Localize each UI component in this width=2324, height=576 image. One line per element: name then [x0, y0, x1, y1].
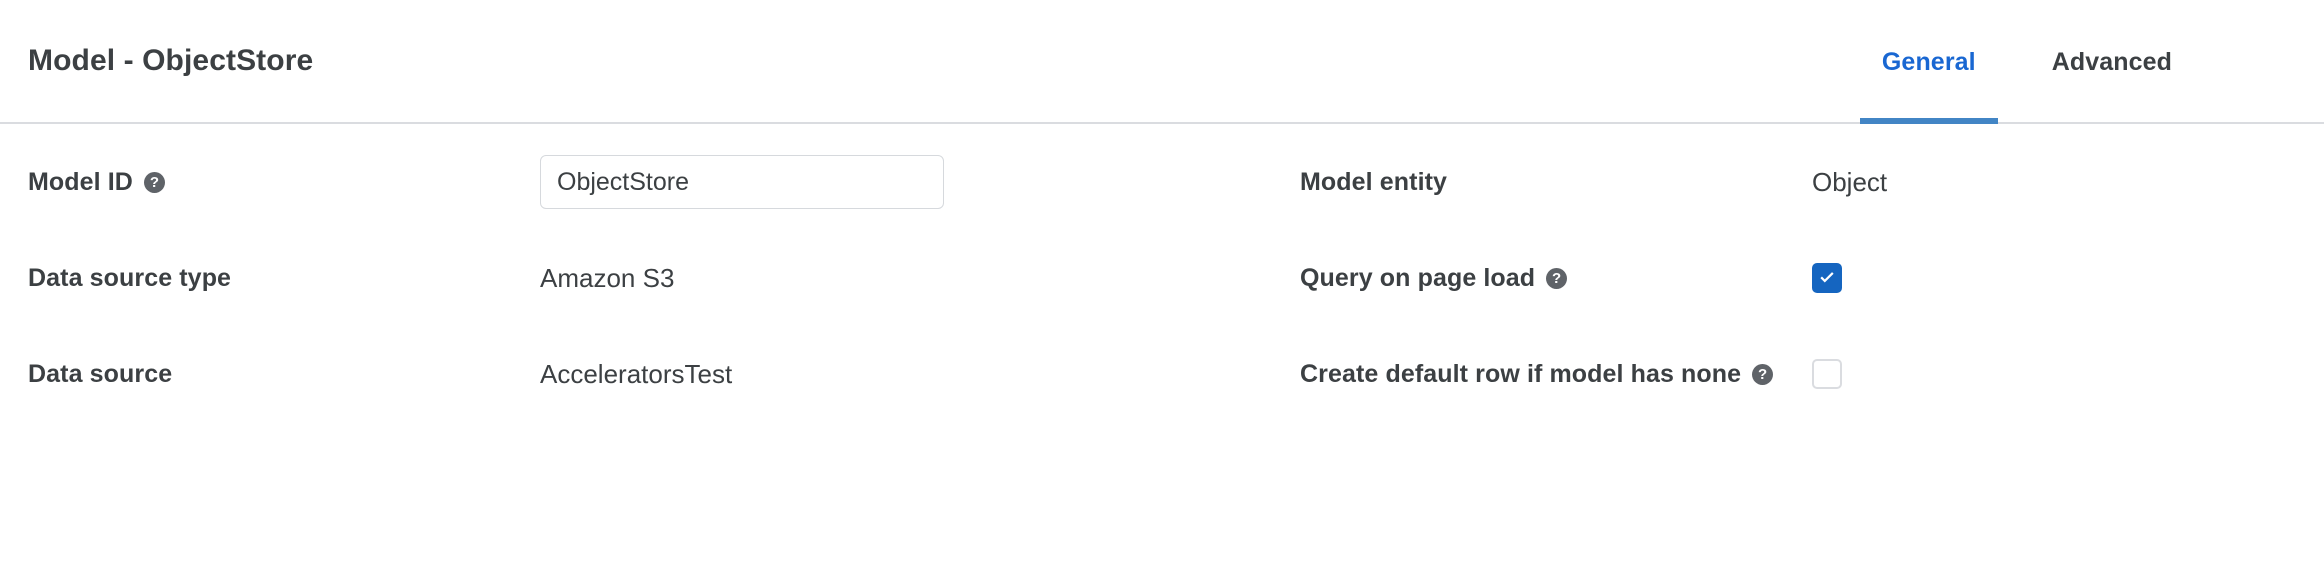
page-title: Model - ObjectStore	[28, 44, 314, 77]
help-circle-icon[interactable]: ?	[143, 171, 165, 193]
field-row-model-id: Model ID ?	[28, 134, 1160, 230]
model-entity-label: Model entity	[1300, 168, 1812, 197]
model-entity-label-text: Model entity	[1300, 167, 1448, 196]
tab-general[interactable]: General	[1859, 0, 1998, 124]
query-on-page-load-checkbox[interactable]	[1812, 263, 1842, 293]
tab-general-label: General	[1881, 48, 1976, 76]
data-source-label: Data source	[28, 360, 540, 389]
create-default-row-checkbox[interactable]	[1812, 359, 1842, 389]
data-source-type-label: Data source type	[28, 264, 540, 293]
create-default-row-label-text: Create default row if model has none	[1300, 359, 1742, 388]
field-row-data-source: Data source AcceleratorsTest	[28, 326, 1160, 422]
field-row-data-source-type: Data source type Amazon S3	[28, 230, 1160, 326]
page-header: Model - ObjectStore General Advanced	[0, 0, 2324, 124]
data-source-value: AcceleratorsTest	[540, 358, 733, 389]
field-row-query-on-page-load: Query on page load ?	[1300, 230, 2324, 326]
data-source-type-label-text: Data source type	[28, 263, 232, 292]
data-source-label-text: Data source	[28, 359, 173, 388]
field-row-create-default-row: Create default row if model has none ?	[1300, 326, 2324, 422]
model-id-label-text: Model ID	[28, 167, 133, 196]
query-on-page-load-label-text: Query on page load	[1300, 263, 1536, 292]
data-source-type-value: Amazon S3	[540, 262, 675, 293]
model-settings-form: Model ID ? Data source type Amazon S3 Da…	[0, 124, 2324, 422]
help-circle-icon[interactable]: ?	[1752, 363, 1774, 385]
model-id-label: Model ID ?	[28, 168, 540, 197]
field-row-model-entity: Model entity Object	[1300, 134, 2324, 230]
model-entity-value: Object	[1812, 166, 1888, 197]
form-column-right: Model entity Object Query on page load ?…	[1160, 134, 2324, 422]
query-on-page-load-label: Query on page load ?	[1300, 264, 1812, 293]
form-column-left: Model ID ? Data source type Amazon S3 Da…	[0, 134, 1160, 422]
create-default-row-label: Create default row if model has none ?	[1300, 360, 1812, 389]
tab-bar: General Advanced	[1859, 0, 2194, 124]
check-mark-icon	[1820, 272, 1834, 283]
tab-advanced[interactable]: Advanced	[2030, 0, 2194, 124]
tab-advanced-label: Advanced	[2051, 48, 2172, 76]
help-circle-icon[interactable]: ?	[1546, 267, 1568, 289]
model-id-input[interactable]	[540, 155, 944, 209]
